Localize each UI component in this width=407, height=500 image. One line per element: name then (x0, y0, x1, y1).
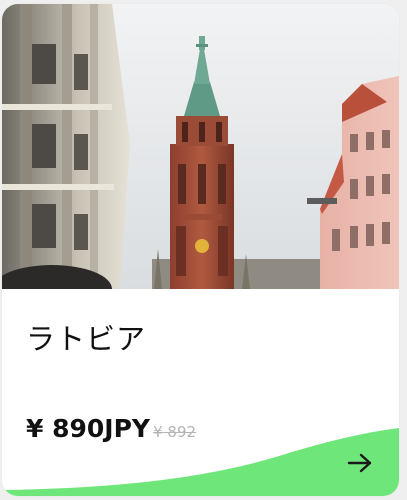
go-button[interactable] (343, 446, 377, 480)
accent-wave (2, 428, 399, 496)
product-card[interactable]: ラトビア ¥ 890JPY ¥ 892 (2, 4, 399, 496)
product-title: ラトビア (26, 322, 147, 356)
product-image (2, 4, 399, 289)
arrow-right-icon (347, 453, 372, 473)
